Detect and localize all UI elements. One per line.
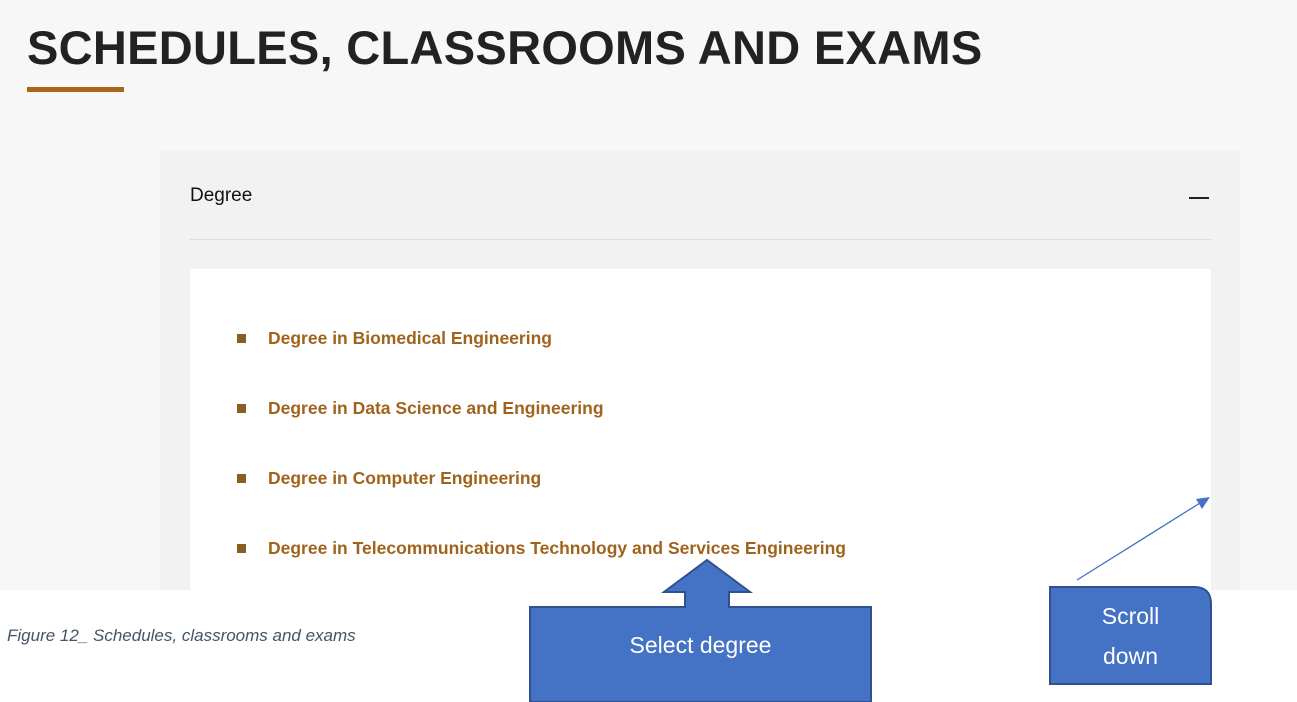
degree-link-biomedical[interactable]: Degree in Biomedical Engineering	[268, 328, 552, 349]
square-bullet-icon	[237, 473, 246, 483]
square-bullet-icon	[237, 543, 246, 553]
title-underline	[27, 87, 124, 92]
degree-link-computer[interactable]: Degree in Computer Engineering	[268, 468, 541, 489]
figure-caption: Figure 12_ Schedules, classrooms and exa…	[7, 626, 356, 645]
scroll-callout-line2: down	[1103, 643, 1158, 669]
accordion-body: Degree in Biomedical Engineering Degree …	[190, 269, 1211, 590]
page-title: SCHEDULES, CLASSROOMS AND EXAMS	[27, 21, 983, 74]
degree-accordion: Degree Degree in Biomedical Engineering …	[160, 151, 1240, 590]
list-item: Degree in Computer Engineering	[237, 466, 541, 490]
list-item: Degree in Biomedical Engineering	[237, 326, 552, 350]
scroll-callout-line1: Scroll	[1101, 603, 1160, 629]
list-item: Degree in Telecommunications Technology …	[237, 536, 846, 560]
collapse-icon[interactable]	[1189, 197, 1209, 199]
degree-link-telecommunications[interactable]: Degree in Telecommunications Technology …	[268, 538, 846, 559]
square-bullet-icon	[237, 333, 246, 343]
accordion-header-degree[interactable]: Degree	[190, 151, 1211, 240]
accordion-label: Degree	[190, 185, 253, 206]
web-page-screenshot: SCHEDULES, CLASSROOMS AND EXAMS Degree D…	[0, 0, 1297, 590]
select-degree-callout-text: Select degree	[629, 632, 772, 658]
list-item: Degree in Data Science and Engineering	[237, 396, 604, 420]
square-bullet-icon	[237, 403, 246, 413]
degree-link-data-science[interactable]: Degree in Data Science and Engineering	[268, 398, 604, 419]
